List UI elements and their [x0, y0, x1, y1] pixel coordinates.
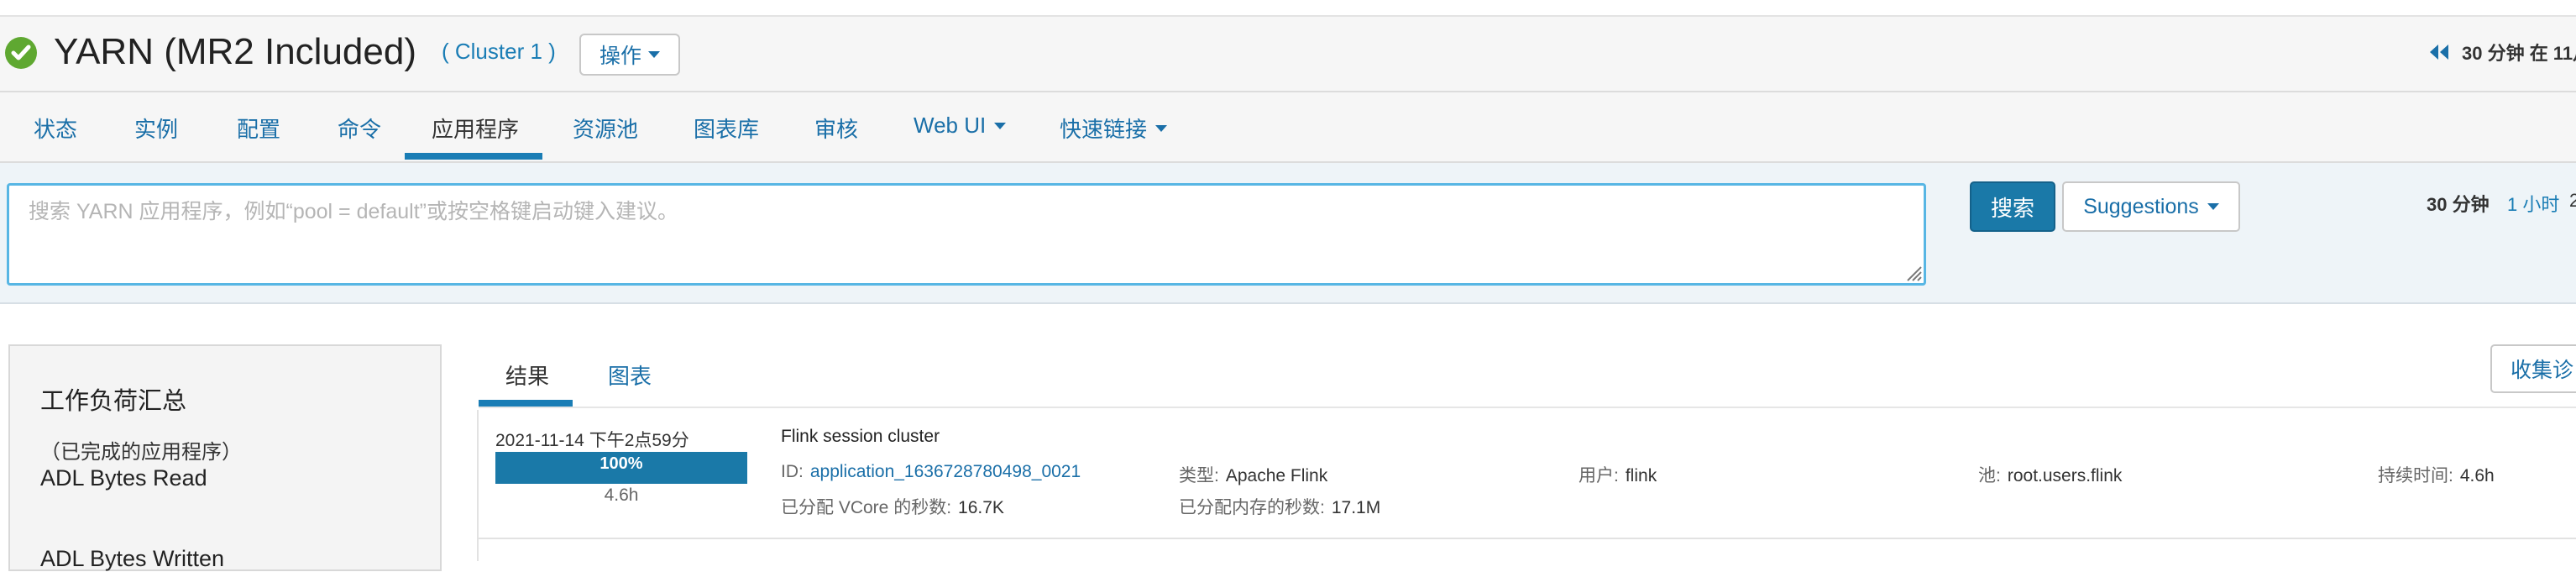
tab-label: 实例 — [134, 117, 179, 142]
tab-status[interactable]: 状态 — [34, 113, 77, 144]
field-label: 类型: — [1179, 466, 1219, 485]
tab-chart-library[interactable]: 图表库 — [694, 113, 759, 144]
caret-down-icon — [994, 122, 1007, 129]
status-ok-icon — [5, 37, 37, 69]
app-pool-field: 池: root.users.flink — [1978, 462, 2122, 487]
workload-title: 工作负荷汇总 — [40, 388, 187, 415]
field-label: ID: — [781, 462, 804, 481]
range-more[interactable]: 2 — [2569, 190, 2576, 212]
tab-applications[interactable]: 应用程序 — [432, 113, 519, 144]
app-type-field: 类型: Apache Flink — [1179, 462, 1327, 487]
app-vcore-field: 已分配 VCore 的秒数: 16.7K — [781, 494, 1004, 519]
caret-down-icon — [2207, 203, 2219, 210]
range-30min[interactable]: 30 分钟 — [2427, 190, 2490, 217]
tab-label: 配置 — [237, 117, 281, 142]
tab-label: 审核 — [814, 117, 859, 142]
field-label: 已分配内存的秒数: — [1179, 498, 1325, 517]
tab-commands[interactable]: 命令 — [338, 113, 381, 144]
field-value: flink — [1625, 466, 1657, 485]
metric-adl-bytes-read[interactable]: ADL Bytes Read — [40, 465, 207, 491]
tab-quick-links[interactable]: 快速链接 — [1060, 113, 1168, 144]
tab-configuration[interactable]: 配置 — [237, 113, 280, 144]
service-title: YARN (MR2 Included) — [54, 31, 416, 72]
active-results-tab-indicator — [479, 400, 573, 407]
tab-label: 资源池 — [573, 117, 639, 142]
cluster-link[interactable]: ( Cluster 1 ) — [442, 39, 556, 65]
app-user-field: 用户: flink — [1579, 462, 1657, 487]
progress-label: 100% — [599, 454, 643, 473]
actions-dropdown-button[interactable]: 操作 — [579, 34, 681, 76]
tab-audit[interactable]: 审核 — [814, 113, 858, 144]
search-placeholder: 搜索 YARN 应用程序，例如“pool = default”或按空格键启动键入… — [29, 200, 678, 223]
app-duration-small: 4.6h — [604, 485, 639, 505]
app-duration-field: 持续时间: 4.6h — [2378, 462, 2495, 487]
app-start-time: 2021-11-14 下午2点59分 — [495, 431, 689, 450]
time-range-label: 30 分钟 在 11月 — [2462, 43, 2576, 64]
top-strip — [0, 0, 2576, 17]
app-name[interactable]: Flink session cluster — [781, 427, 940, 447]
app-id-link[interactable]: application_1636728780498_0021 — [810, 462, 1081, 481]
suggestions-button[interactable]: Suggestions — [2062, 181, 2240, 232]
field-label: 已分配 VCore 的秒数: — [781, 498, 952, 517]
actions-label: 操作 — [599, 45, 642, 68]
field-label: 持续时间: — [2378, 466, 2453, 485]
tab-label: 快速链接 — [1060, 117, 1148, 142]
tab-charts[interactable]: 图表 — [608, 359, 652, 391]
collect-diagnostics-button[interactable]: 收集诊 — [2490, 344, 2576, 393]
resize-handle-icon[interactable] — [1903, 262, 1923, 282]
tab-resource-pools[interactable]: 资源池 — [573, 113, 638, 144]
tab-web-ui[interactable]: Web UI — [914, 113, 1007, 139]
active-tab-indicator — [405, 153, 542, 160]
search-button[interactable]: 搜索 — [1970, 181, 2055, 232]
caret-down-icon — [1155, 124, 1168, 132]
field-label: 池: — [1978, 466, 2001, 485]
field-value: 4.6h — [2459, 466, 2495, 485]
time-control[interactable]: 30 分钟 在 11月 — [2427, 39, 2576, 66]
field-label: 用户: — [1579, 466, 1619, 485]
metric-adl-bytes-written[interactable]: ADL Bytes Written — [40, 546, 224, 572]
tab-label: 应用程序 — [432, 117, 520, 142]
tab-label: 状态 — [34, 117, 78, 142]
service-tabs: 状态 实例 配置 命令 应用程序 资源池 图表库 审核 Web UI 快速链接 — [0, 92, 2576, 163]
tab-label: Web UI — [914, 113, 987, 138]
tab-label: 命令 — [338, 117, 382, 142]
app-memory-field: 已分配内存的秒数: 17.1M — [1179, 494, 1380, 519]
workload-subtitle: （已完成的应用程序） — [40, 441, 242, 464]
tab-instances[interactable]: 实例 — [134, 113, 178, 144]
field-value: root.users.flink — [2007, 466, 2123, 485]
rewind-icon[interactable] — [2427, 39, 2452, 65]
field-value: 17.1M — [1331, 498, 1381, 517]
caret-down-icon — [648, 51, 661, 58]
tab-label: 图表库 — [694, 117, 760, 142]
field-value: 16.7K — [958, 498, 1004, 517]
field-value: Apache Flink — [1225, 466, 1328, 485]
app-id-field: ID: application_1636728780498_0021 — [781, 462, 1081, 482]
tab-results[interactable]: 结果 — [505, 359, 549, 391]
results-tabs-divider — [479, 407, 2576, 408]
row-separator — [479, 538, 2576, 539]
suggestions-label: Suggestions — [2083, 194, 2199, 218]
range-1h[interactable]: 1 小时 — [2507, 190, 2559, 217]
